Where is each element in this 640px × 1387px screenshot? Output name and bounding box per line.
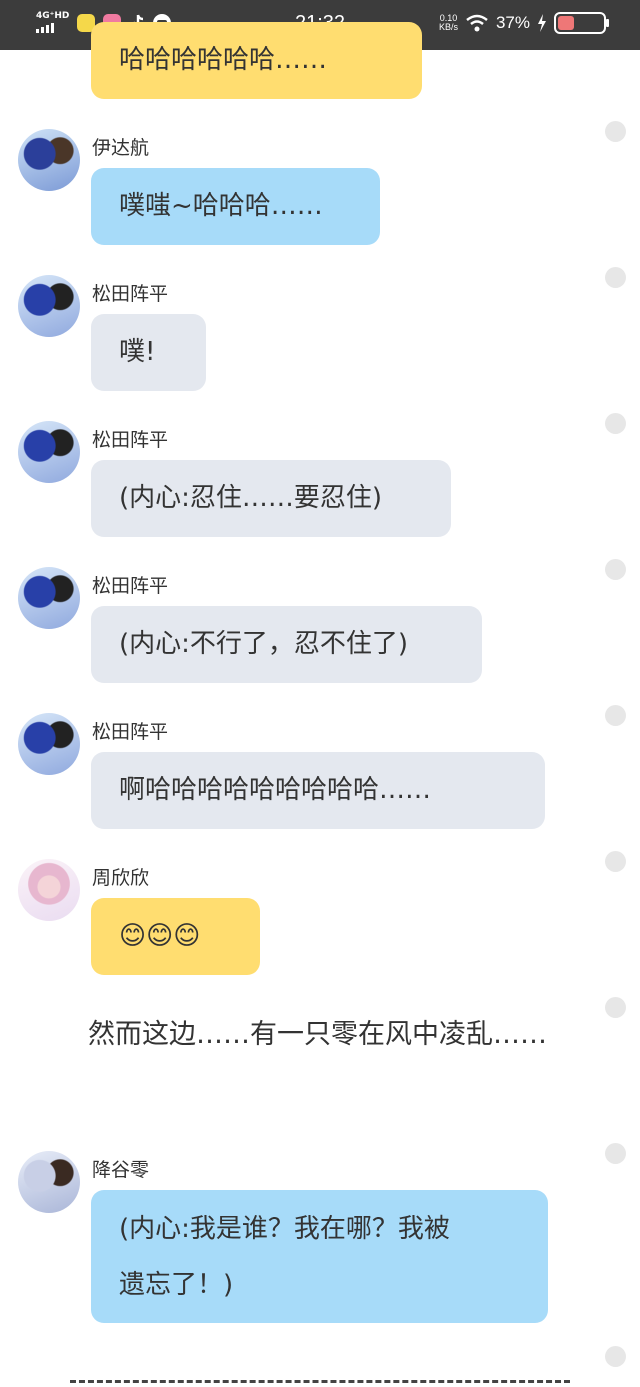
charging-icon — [538, 14, 546, 32]
select-radio[interactable] — [605, 413, 626, 434]
avatar[interactable] — [18, 129, 80, 191]
select-radio[interactable] — [605, 1346, 626, 1367]
avatar[interactable] — [18, 421, 80, 483]
message-bubble[interactable]: (内心:我是谁？我在哪？我被 遗忘了！) — [91, 1190, 548, 1323]
select-radio[interactable] — [605, 1143, 626, 1164]
divider — [70, 1380, 570, 1383]
narration-text: 然而这边……有一只零在风中凌乱…… — [88, 1019, 547, 1050]
avatar[interactable] — [18, 567, 80, 629]
message-bubble[interactable]: 啊哈哈哈哈哈哈哈哈哈…… — [91, 752, 545, 829]
sender-name: 伊达航 — [92, 137, 150, 159]
message-bubble[interactable]: 噗! — [91, 314, 206, 391]
avatar[interactable] — [18, 1151, 80, 1213]
network-speed: 0.10 KB/s — [439, 14, 458, 32]
sender-name: 降谷零 — [92, 1159, 150, 1181]
message-bubble[interactable]: 哈哈哈哈哈哈…… — [91, 22, 422, 99]
sender-name: 松田阵平 — [92, 575, 169, 597]
message-bubble[interactable]: (内心:不行了，忍不住了) — [91, 606, 482, 683]
sender-name: 周欣欣 — [92, 867, 150, 889]
message-bubble[interactable]: 噗嗤~哈哈哈…… — [91, 168, 380, 245]
status-right: 0.10 KB/s 37% — [439, 12, 609, 34]
select-radio[interactable] — [605, 997, 626, 1018]
wifi-icon — [466, 14, 488, 32]
message-bubble[interactable]: 😊😊😊 — [91, 898, 260, 975]
sender-name: 松田阵平 — [92, 283, 169, 305]
sender-name: 松田阵平 — [92, 429, 169, 451]
avatar[interactable] — [18, 859, 80, 921]
network-speed-unit: KB/s — [438, 22, 458, 32]
sender-name: 松田阵平 — [92, 721, 169, 743]
message-bubble[interactable]: (内心:忍住……要忍住) — [91, 460, 451, 537]
battery-percent: 37% — [495, 13, 530, 32]
select-radio[interactable] — [605, 121, 626, 142]
select-radio[interactable] — [605, 851, 626, 872]
message-line: 遗忘了！) — [119, 1270, 234, 1300]
avatar[interactable] — [18, 713, 80, 775]
message-line: (内心:我是谁？我在哪？我被 — [119, 1214, 450, 1244]
select-radio[interactable] — [605, 267, 626, 288]
select-radio[interactable] — [605, 705, 626, 726]
select-radio[interactable] — [605, 559, 626, 580]
battery-icon — [554, 12, 609, 34]
avatar[interactable] — [18, 275, 80, 337]
